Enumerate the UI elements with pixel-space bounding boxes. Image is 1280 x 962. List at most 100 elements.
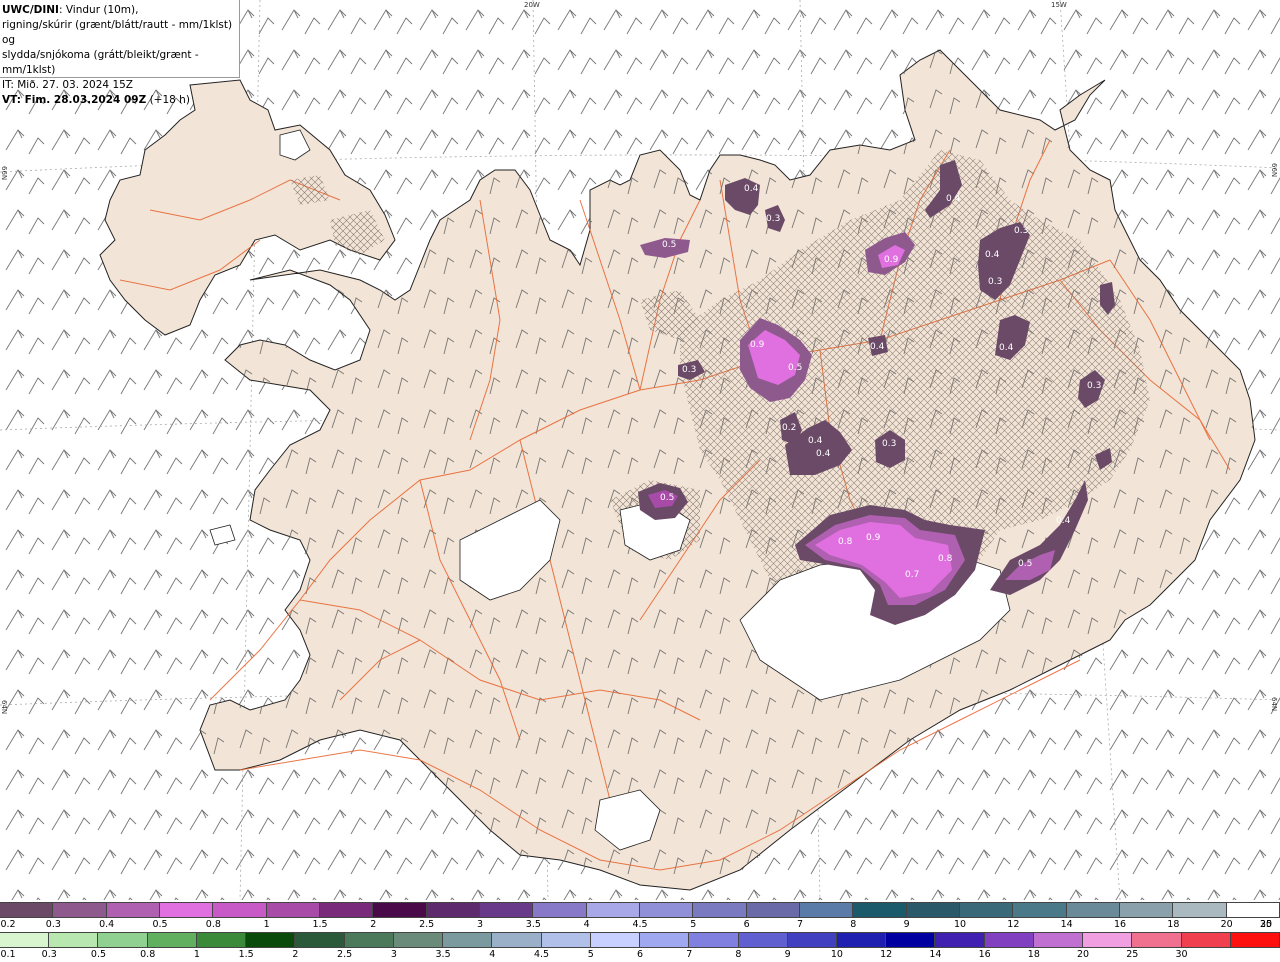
legend-tick-label: 0.5 [90, 949, 107, 960]
legend-swatch [147, 933, 197, 947]
legend-swatch [693, 903, 747, 917]
legend-tick-label: 0.5 [152, 919, 168, 930]
legend-swatch [746, 903, 800, 917]
legend-tick-label: 1.5 [312, 919, 328, 930]
legend-swatch [1013, 903, 1067, 917]
legend-swatch [541, 933, 591, 947]
legend-tick-label: 4 [489, 949, 496, 960]
legend-rain-swatches [0, 932, 1280, 948]
legend-swatch [1230, 933, 1280, 947]
legend-tick-label: 2 [292, 949, 299, 960]
legend-tick-label: 0.2 [0, 919, 16, 930]
legend-tick-label: 1 [193, 949, 200, 960]
legend-tick-label: 4 [583, 919, 590, 930]
info-init-time: IT: Mið. 27. 03. 2024 15Z [2, 79, 133, 91]
legend-swatch [1132, 933, 1182, 947]
lat-label-64n-right: 64N [1270, 697, 1278, 712]
lat-label-66n-left: 66N [0, 166, 8, 181]
info-lead-time: (+18 h) [146, 94, 190, 106]
legend-swatch [1066, 903, 1120, 917]
info-line3: slydda/snjókoma (grátt/bleikt/grænt - mm… [2, 49, 199, 76]
precip-label: 0.9 [884, 255, 899, 265]
legend-tick-label: 3.5 [525, 919, 541, 930]
legend-swatch [53, 903, 107, 917]
precip-label: 0.3 [1087, 381, 1101, 391]
precip-label: 0.4 [744, 184, 759, 194]
legend-tick-label: 2.5 [419, 919, 435, 930]
legend-swatch [935, 933, 985, 947]
legend-tick-label: 8 [735, 949, 742, 960]
precip-label: 0.4 [985, 250, 1000, 260]
legend-tick-label: 4.5 [632, 919, 648, 930]
legend-swatch [159, 903, 214, 917]
legend-tick-label: 0.8 [140, 949, 156, 960]
legend-swatch [1119, 903, 1174, 917]
info-line2: rigning/skúrir (grænt/blátt/rautt - mm/1… [2, 19, 233, 46]
legend-tick-label: 7 [686, 949, 693, 960]
legend-tick-label: 7 [796, 919, 804, 930]
precip-label: 0.7 [905, 570, 919, 580]
legend-tick-label: 12 [880, 949, 893, 960]
legend-swatch [886, 933, 936, 947]
info-title-line: UWC/DINI: Vindur (10m), [2, 3, 239, 18]
precip-label: 0.8 [838, 537, 853, 547]
legend-tick-label: 18 [1027, 949, 1040, 960]
legend-tick-label: 4.5 [533, 949, 550, 960]
info-valid-time: VT: Fim. 28.03.2024 09Z [2, 94, 147, 106]
precip-label: 0.5 [660, 493, 674, 503]
legend-swatch [799, 903, 854, 917]
legend-tick-label: 16 [1113, 919, 1127, 930]
legend-swatch [106, 903, 160, 917]
legend-tick-label: 2.5 [337, 949, 353, 960]
legend-swatch [266, 903, 320, 917]
legend-tick-label: 0.1 [0, 949, 16, 960]
legend-tick-label: 6 [636, 949, 644, 960]
legend-tick-label: 1.5 [238, 949, 254, 960]
legend-swatch [0, 933, 50, 947]
legend-tick-label: 5 [690, 919, 697, 930]
legend-swatch [1181, 933, 1231, 947]
legend-swatch [1083, 933, 1133, 947]
legend-tick-label: 6 [743, 919, 750, 930]
precip-label: 0.3 [682, 365, 696, 375]
legend-tick-label: 3 [390, 949, 397, 960]
legend-swatch [1033, 933, 1084, 947]
legend-swatch [787, 933, 837, 947]
info-valid-time-line: VT: Fim. 28.03.2024 09Z (+18 h) [2, 93, 239, 108]
legend-tick-label: 30 [1259, 919, 1273, 930]
legend-swatch [689, 933, 739, 947]
legend-tick-label: 25 [1126, 949, 1139, 960]
legend-tick-label: 9 [903, 919, 910, 930]
legend-swatch [0, 903, 54, 917]
legend-swatch [426, 903, 480, 917]
legend-swatch [586, 903, 640, 917]
legend-snow-ticks: 0.2 0.3 0.4 0.5 0.8 1 1.5 2 2.5 3 3.5 4 4.5 5 6 7 8 9 10 12… [0, 918, 1280, 932]
map-info-box: UWC/DINI: Vindur (10m), rigning/skúrir (… [0, 0, 240, 106]
legend-swatch [246, 933, 296, 947]
legend-swatch [443, 933, 493, 947]
legend-swatch [906, 903, 960, 917]
legend-tick-label: 2 [370, 919, 377, 930]
legend-tick-label: 14 [1060, 919, 1073, 930]
legend-tick-label: 16 [978, 949, 991, 960]
legend-tick-label: 0.8 [205, 919, 221, 930]
legend-swatch [479, 903, 534, 917]
precip-label: 0.4 [870, 342, 885, 352]
precip-label: 0.3 [766, 214, 780, 224]
precip-label: 0.4 [816, 449, 831, 459]
legend-swatch [49, 933, 99, 947]
legend-tick-label: 9 [784, 949, 791, 960]
legend-swatch [1173, 903, 1227, 917]
legend-swatch [639, 903, 694, 917]
legend-snow-sleet: 0.2 0.3 0.4 0.5 0.8 1 1.5 2 2.5 3 3.5 4 4.5 5 6 7 8 9 10 12… [0, 902, 1280, 932]
legend-tick-label: 18 [1167, 919, 1180, 930]
legend-tick-label: 10 [830, 949, 843, 960]
legend-swatch [393, 933, 444, 947]
legend-swatch [295, 933, 345, 947]
legend-tick-label: 5 [587, 949, 594, 960]
legend-tick-label: 30 [1175, 949, 1188, 960]
legend-swatch [533, 903, 587, 917]
legend-tick-label: 3 [476, 919, 484, 930]
legend-tick-label: 14 [929, 949, 942, 960]
legend-swatch [959, 903, 1014, 917]
